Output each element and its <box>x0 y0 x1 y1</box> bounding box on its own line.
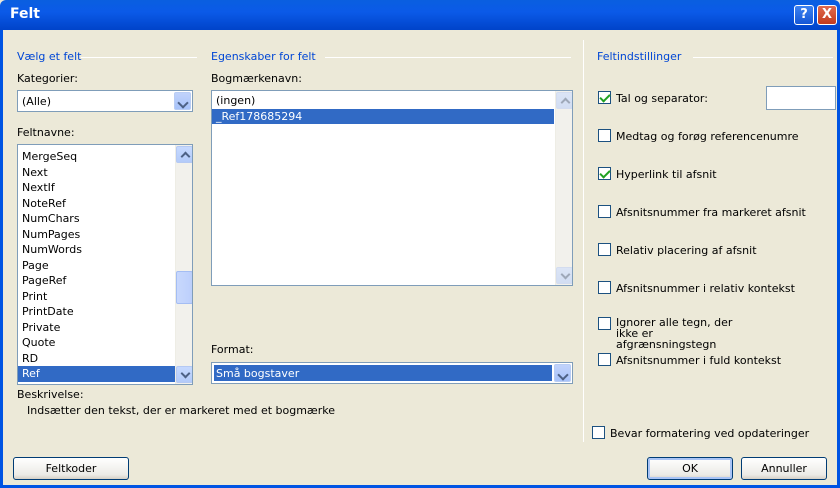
field-options-separator <box>693 57 833 58</box>
fieldname-item[interactable]: NumPages <box>18 227 192 243</box>
fieldname-item[interactable]: PageRef <box>18 273 192 289</box>
scroll-up-button[interactable] <box>176 146 192 163</box>
option-label: Relativ placering af afsnit <box>616 244 757 257</box>
fieldnames-label: Feltnavne: <box>17 126 75 139</box>
fieldnames-scrollbar[interactable] <box>175 145 192 384</box>
fieldname-item[interactable]: NoteRef <box>18 196 192 212</box>
bookmark-name-label: Bogmærkenavn: <box>211 72 302 85</box>
fieldname-item[interactable]: Next <box>18 165 192 181</box>
ok-button[interactable]: OK <box>647 457 733 480</box>
fieldname-item[interactable]: PrintDate <box>18 304 192 320</box>
option-label: Hyperlink til afsnit <box>616 168 717 181</box>
scroll-up-button[interactable] <box>556 92 572 109</box>
option-label: Tal og separator: <box>616 92 708 105</box>
option-checkbox[interactable] <box>598 91 611 104</box>
preserve-format-label: Bevar formatering ved opdateringer <box>610 427 810 440</box>
window-title: Felt <box>10 6 40 22</box>
bookmark-item[interactable]: _Ref178685294 <box>212 108 554 124</box>
fieldname-item[interactable]: NumChars <box>18 211 192 227</box>
option-label: Ignorer alle tegn, der ikke er afgrænsni… <box>616 316 733 351</box>
fieldname-item[interactable]: RD <box>18 351 192 367</box>
scroll-thumb[interactable] <box>176 271 192 304</box>
field-codes-button[interactable]: Feltkoder <box>13 457 129 480</box>
fieldname-item[interactable]: NextIf <box>18 180 192 196</box>
fieldname-item[interactable]: NumWords <box>18 242 192 258</box>
fieldname-item[interactable]: Private <box>18 320 192 336</box>
fieldnames-listbox[interactable]: MergeSeq Next NextIf NoteRef NumChars NumPage… <box>17 144 193 385</box>
option-label: Medtag og forøg referencenumre <box>616 130 799 143</box>
format-combobox[interactable]: Små bogstaver <box>211 362 573 384</box>
format-label: Format: <box>211 343 254 356</box>
option-label: Afsnitsnummer fra markeret afsnit <box>616 206 806 219</box>
section-divider <box>583 40 584 442</box>
close-button[interactable]: X <box>817 5 837 25</box>
categories-combobox[interactable]: (Alle) <box>17 90 193 112</box>
scroll-down-button[interactable] <box>556 267 572 284</box>
preserve-format-checkbox[interactable] <box>592 426 605 439</box>
fieldname-item[interactable]: Print <box>18 289 192 305</box>
description-label: Beskrivelse: <box>17 388 84 401</box>
bookmark-listbox[interactable]: (ingen) _Ref178685294 <box>211 90 573 286</box>
option-label: Afsnitsnummer i relativ kontekst <box>616 282 795 295</box>
fieldname-item[interactable]: Page <box>18 258 192 274</box>
option-checkbox[interactable] <box>598 317 611 330</box>
fieldname-item[interactable]: Quote <box>18 335 192 351</box>
chevron-down-icon[interactable] <box>554 364 571 382</box>
option-checkbox[interactable] <box>598 167 611 180</box>
option-checkbox[interactable] <box>598 129 611 142</box>
categories-value: (Alle) <box>22 95 51 108</box>
fieldname-item[interactable]: MergeSeq <box>18 149 192 165</box>
option-checkbox[interactable] <box>598 243 611 256</box>
categories-label: Kategorier: <box>17 72 78 85</box>
separator-input[interactable] <box>766 86 836 110</box>
field-dialog: Vælg et felt Kategorier: (Alle) Feltnavn… <box>0 30 840 488</box>
option-label: Afsnitsnummer i fuld kontekst <box>616 354 782 367</box>
description-text: Indsætter den tekst, der er markeret med… <box>27 404 336 417</box>
chevron-down-icon[interactable] <box>174 92 191 110</box>
scroll-down-button[interactable] <box>176 366 192 383</box>
help-button[interactable]: ? <box>794 5 814 25</box>
bookmark-scrollbar[interactable] <box>555 91 572 285</box>
choose-field-separator <box>81 57 197 58</box>
option-checkbox[interactable] <box>598 205 611 218</box>
cancel-button[interactable]: Annuller <box>741 457 827 480</box>
title-bar: Felt ? X <box>0 0 840 30</box>
fieldname-item[interactable]: Ref <box>18 366 192 382</box>
choose-field-group-title: Vælg et felt <box>17 50 82 63</box>
format-value: Små bogstaver <box>216 367 300 380</box>
option-checkbox[interactable] <box>598 353 611 366</box>
field-properties-separator <box>325 57 571 58</box>
bookmark-item[interactable]: (ingen) <box>212 93 554 109</box>
field-options-group-title: Feltindstillinger <box>597 50 682 63</box>
field-properties-group-title: Egenskaber for felt <box>211 50 316 63</box>
option-checkbox[interactable] <box>598 281 611 294</box>
